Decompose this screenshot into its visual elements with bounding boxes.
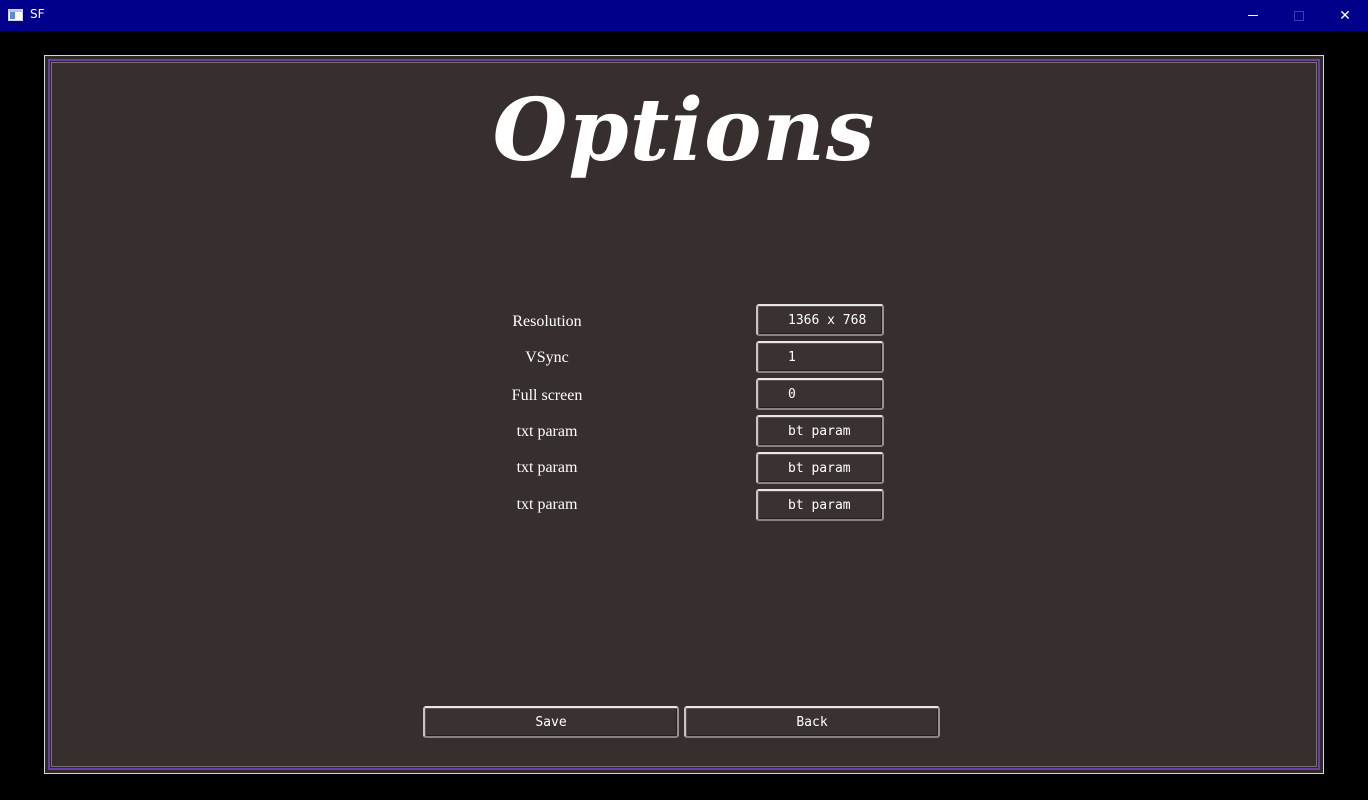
param-button-1[interactable]: bt param [756,415,884,447]
minimize-icon [1248,15,1258,16]
param-button-3[interactable]: bt param [756,489,884,521]
close-icon: ✕ [1339,7,1351,24]
back-button[interactable]: Back [684,706,940,738]
setting-label-param-1: txt param [516,423,578,440]
fullscreen-button[interactable]: 0 [756,378,884,410]
param-button-2[interactable]: bt param [756,452,884,484]
setting-label-resolution: Resolution [512,313,582,330]
window-titlebar: SF ✕ [0,0,1368,31]
close-button[interactable]: ✕ [1322,0,1368,31]
maximize-button[interactable] [1276,0,1322,31]
minimize-button[interactable] [1230,0,1276,31]
setting-label-vsync: VSync [525,349,569,366]
app-window-icon [8,9,23,21]
maximize-icon [1294,10,1304,21]
vsync-button[interactable]: 1 [756,341,884,373]
page-title: Options [492,80,876,181]
setting-label-fullscreen: Full screen [511,387,583,404]
resolution-button[interactable]: 1366 x 768 [756,304,884,336]
setting-label-param-2: txt param [516,459,578,476]
setting-label-param-3: txt param [516,496,578,513]
save-button[interactable]: Save [423,706,679,738]
window-title: SF [30,7,45,21]
